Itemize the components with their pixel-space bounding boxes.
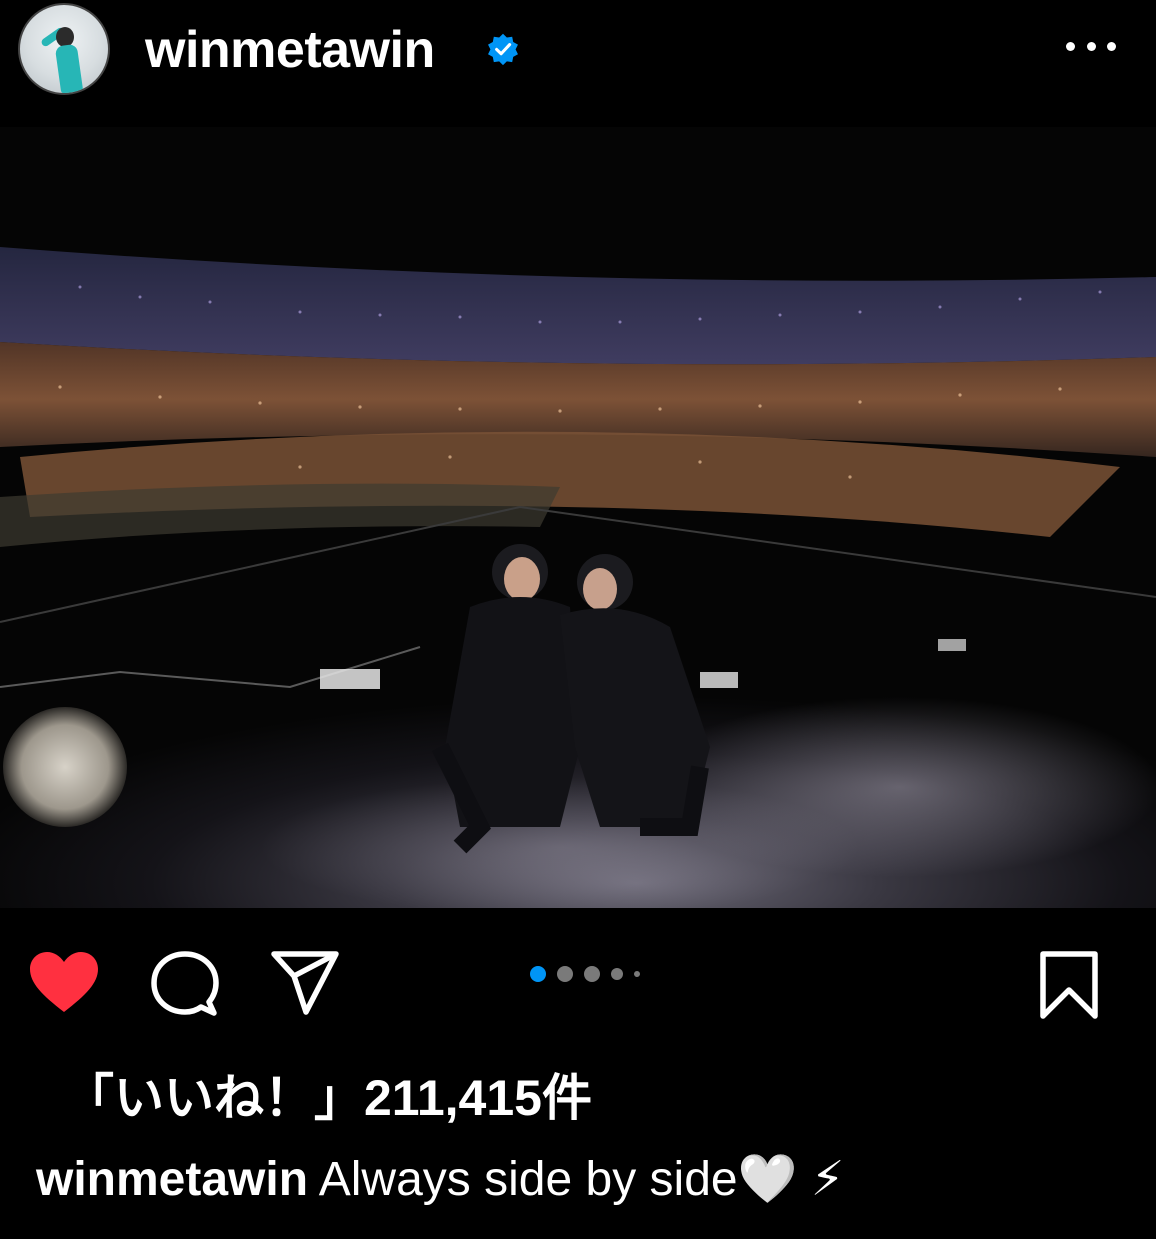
carousel-dot [634, 971, 640, 977]
username-link[interactable]: winmetawin [145, 20, 435, 80]
avatar-figure-body [54, 43, 84, 93]
carousel-dot-active [530, 966, 546, 982]
more-options-button[interactable] [1066, 34, 1116, 58]
more-dot [1107, 41, 1116, 51]
comment-icon[interactable] [150, 950, 220, 1020]
like-count[interactable]: 「いいね！」211,415件 [64, 1058, 592, 1130]
post-header: winmetawin [0, 0, 1156, 127]
caption-username[interactable]: winmetawin [36, 1153, 308, 1206]
concert-photo [0, 127, 1156, 908]
heart-filled-icon[interactable] [28, 950, 100, 1014]
caption-text: Always side by side🤍 ⚡ [318, 1153, 845, 1206]
caption: winmetawin Always side by side🤍 ⚡ [36, 1150, 844, 1207]
verified-badge-icon [488, 33, 518, 66]
post-actions [0, 908, 1156, 1048]
carousel-dot [611, 968, 623, 980]
carousel-dot [584, 966, 600, 982]
carousel-indicator [530, 964, 640, 984]
carousel-dot [557, 966, 573, 982]
more-dot [1086, 41, 1096, 51]
avatar[interactable] [18, 3, 110, 95]
bookmark-icon[interactable] [1038, 950, 1100, 1020]
post-image[interactable] [0, 127, 1156, 908]
paper-plane-icon[interactable] [270, 950, 340, 1016]
more-horizontal-icon [1066, 41, 1075, 51]
